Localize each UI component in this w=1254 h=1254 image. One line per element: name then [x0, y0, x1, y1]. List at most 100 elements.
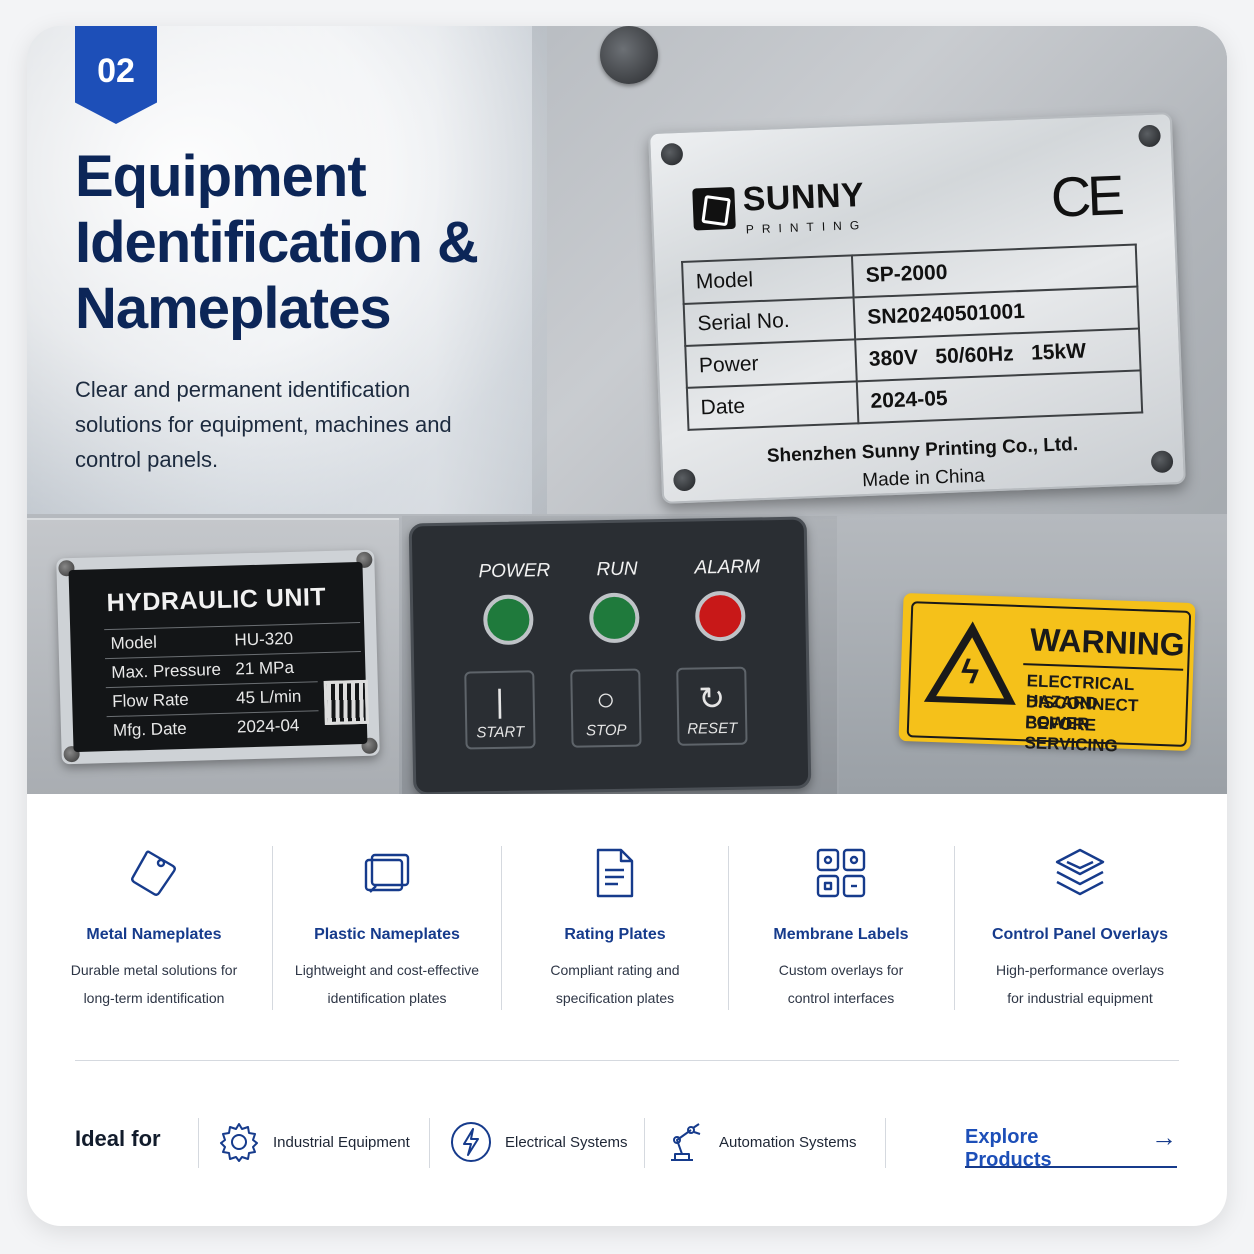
- spec-value: 45 L/min: [235, 686, 302, 708]
- reset-button: ↻ RESET: [676, 666, 748, 746]
- spec-label: Max. Pressure: [111, 659, 222, 682]
- stop-symbol-icon: ○: [595, 680, 616, 718]
- stop-button: ○ STOP: [570, 668, 642, 748]
- spec-label: Model: [682, 255, 854, 304]
- feature-divider: [954, 846, 955, 1010]
- spec-label: Flow Rate: [111, 689, 189, 711]
- spec-label: Power: [685, 339, 857, 388]
- feature-title: Rating Plates: [564, 926, 666, 943]
- feature-title: Metal Nameplates: [86, 926, 222, 943]
- feature-membrane-labels[interactable]: Membrane Labels Custom overlays for cont…: [728, 846, 954, 1012]
- nameplate-spec-table: Model SP-2000 Serial No. SN20240501001 P…: [681, 244, 1143, 431]
- section-divider: [75, 1060, 1179, 1061]
- reset-button-label: RESET: [687, 719, 738, 738]
- ideal-for-label: Ideal for: [75, 1126, 161, 1151]
- light-label-run: RUN: [596, 558, 638, 581]
- grid-panel-icon: [816, 848, 866, 898]
- warning-label: ϟ WARNING ELECTRICAL HAZARD DISCONNECT P…: [898, 592, 1196, 756]
- feature-desc-line: Lightweight and cost-effective: [294, 962, 480, 978]
- spec-label: Serial No.: [683, 297, 856, 346]
- start-symbol-icon: |: [495, 682, 505, 720]
- feature-title: Plastic Nameplates: [314, 926, 460, 943]
- spec-label: Mfg. Date: [112, 718, 187, 740]
- feature-desc-line: control interfaces: [787, 990, 895, 1006]
- hydraulic-unit-plate: HYDRAULIC UNIT Model HU-320 Max. Pressur…: [56, 549, 380, 765]
- ideal-item-label: Electrical Systems: [505, 1133, 628, 1151]
- ideal-divider: [644, 1118, 645, 1168]
- feature-plastic-nameplates[interactable]: Plastic Nameplates Lightweight and cost-…: [274, 846, 500, 1012]
- gear-icon: [220, 1123, 258, 1162]
- nameplate-brand-sub: PRINTING: [745, 217, 868, 237]
- layers-cards-icon: [364, 853, 410, 893]
- feature-desc-line: High-performance overlays: [995, 962, 1165, 978]
- spec-value: 2024-04: [236, 715, 300, 737]
- explore-products-link[interactable]: Explore Products →: [965, 1122, 1177, 1171]
- feature-desc: Custom overlays for control interfaces: [728, 956, 954, 1012]
- feature-desc-line: Custom overlays for: [778, 962, 904, 978]
- page-title: Equipment Identification & Nameplates: [75, 144, 479, 341]
- bolt-icon: [451, 1122, 491, 1162]
- warning-title: WARNING: [1029, 621, 1186, 663]
- feature-title: Membrane Labels: [773, 926, 909, 943]
- feature-desc-line: Compliant rating and: [550, 962, 680, 978]
- qr-code-icon: [323, 679, 369, 726]
- feature-desc-line: for industrial equipment: [1007, 990, 1153, 1006]
- document-icon: [596, 848, 634, 898]
- ideal-item-electrical: Electrical Systems: [449, 1120, 628, 1164]
- feature-desc-line: long-term identification: [83, 990, 225, 1006]
- start-button: | START: [464, 670, 536, 750]
- feature-desc-line: identification plates: [327, 990, 447, 1006]
- feature-desc: High-performance overlays for industrial…: [967, 956, 1193, 1012]
- feature-metal-nameplates[interactable]: Metal Nameplates Durable metal solutions…: [41, 846, 267, 1012]
- explore-products-label: Explore Products: [965, 1126, 1052, 1171]
- control-panel-overlay: POWER RUN ALARM | START ○ STOP ↻ RESET: [408, 516, 812, 794]
- light-label-power: POWER: [478, 560, 551, 583]
- robot-arm-icon: [671, 1123, 701, 1161]
- lightning-bolt-icon: ϟ: [960, 653, 980, 692]
- warning-line-3: BEFORE SERVICING: [1024, 713, 1119, 756]
- ideal-divider: [885, 1118, 886, 1168]
- ideal-divider: [198, 1118, 199, 1168]
- ce-mark: CE: [1049, 163, 1122, 229]
- stop-button-label: STOP: [585, 721, 627, 740]
- ideal-item-label: Automation Systems: [719, 1133, 857, 1151]
- feature-divider: [272, 846, 273, 1010]
- ideal-divider: [429, 1118, 430, 1168]
- run-indicator-light: [588, 592, 640, 644]
- light-label-alarm: ALARM: [694, 556, 761, 579]
- feature-control-panel-overlays[interactable]: Control Panel Overlays High-performance …: [967, 846, 1193, 1012]
- hydraulic-title: HYDRAULIC UNIT: [106, 582, 327, 618]
- nameplate-brand: SUNNY: [741, 175, 865, 219]
- screw-icon: [1138, 124, 1161, 148]
- ideal-item-label: Industrial Equipment: [273, 1133, 410, 1151]
- power-indicator-light: [482, 594, 534, 646]
- spec-label: Model: [110, 632, 158, 653]
- sunny-nameplate: SUNNY PRINTING CE Model SP-2000 Serial N…: [648, 112, 1186, 504]
- spec-label: Date: [686, 381, 859, 430]
- product-card: 02 Equipment Identification & Nameplates…: [27, 26, 1227, 1226]
- hero-photo: 02 Equipment Identification & Nameplates…: [27, 26, 1227, 794]
- sunny-logo-icon: [692, 186, 736, 231]
- table-row: Mfg. Date 2024-04: [106, 710, 320, 746]
- feature-rating-plates[interactable]: Rating Plates Compliant rating and speci…: [502, 846, 728, 1012]
- feature-desc: Durable metal solutions for long-term id…: [41, 956, 267, 1012]
- page-subtitle: Clear and permanent identification solut…: [75, 377, 452, 472]
- screw-icon: [660, 142, 684, 166]
- ideal-item-industrial: Industrial Equipment: [217, 1120, 410, 1164]
- start-button-label: START: [476, 723, 525, 742]
- hydraulic-plate-face: HYDRAULIC UNIT Model HU-320 Max. Pressur…: [68, 561, 369, 753]
- reset-symbol-icon: ↻: [698, 679, 726, 717]
- spec-value: 21 MPa: [235, 657, 295, 679]
- alarm-indicator-light: [694, 590, 746, 642]
- feature-title: Control Panel Overlays: [991, 926, 1169, 943]
- warning-divider: [1023, 663, 1184, 671]
- feature-desc: Lightweight and cost-effective identific…: [274, 956, 500, 1012]
- feature-desc-line: Durable metal solutions for: [70, 962, 238, 978]
- arrow-right-icon: →: [1151, 1122, 1177, 1152]
- spec-value: HU-320: [234, 628, 294, 650]
- feature-desc: Compliant rating and specification plate…: [502, 956, 728, 1012]
- warning-border: ϟ WARNING ELECTRICAL HAZARD DISCONNECT P…: [906, 601, 1192, 756]
- feature-desc-line: specification plates: [555, 990, 675, 1006]
- tag-icon: [131, 850, 176, 896]
- stack-layers-icon: [1055, 848, 1105, 896]
